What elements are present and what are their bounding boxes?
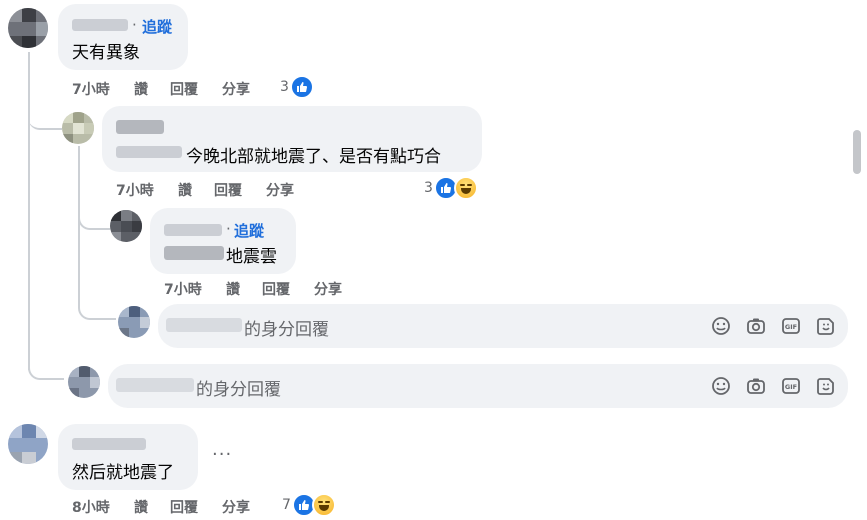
reply-placeholder: 的身分回覆 bbox=[196, 380, 281, 400]
sticker-icon[interactable] bbox=[816, 376, 836, 396]
emoji-icon[interactable] bbox=[711, 376, 731, 396]
like-reaction-icon[interactable] bbox=[290, 75, 314, 99]
svg-text:GIF: GIF bbox=[785, 323, 797, 331]
gif-icon[interactable]: GIF bbox=[781, 316, 801, 336]
camera-icon[interactable] bbox=[746, 316, 766, 336]
share-button[interactable]: 分享 bbox=[314, 279, 342, 299]
reply-button[interactable]: 回覆 bbox=[170, 497, 198, 517]
share-button[interactable]: 分享 bbox=[222, 79, 250, 99]
commenter-name-redacted[interactable] bbox=[72, 19, 128, 31]
name-separator: · bbox=[226, 220, 231, 238]
haha-reaction-icon[interactable] bbox=[312, 493, 336, 517]
commenter-name-redacted[interactable] bbox=[164, 224, 222, 236]
comment-text: 今晚北部就地震了、是否有點巧合 bbox=[186, 147, 441, 167]
follow-link[interactable]: 追蹤 bbox=[234, 220, 264, 241]
svg-text:GIF: GIF bbox=[785, 383, 797, 391]
mention-redacted[interactable] bbox=[116, 146, 182, 158]
sticker-icon[interactable] bbox=[816, 316, 836, 336]
mention-redacted[interactable] bbox=[164, 246, 224, 260]
scrollbar-thumb[interactable] bbox=[853, 130, 861, 174]
avatar[interactable] bbox=[62, 112, 94, 144]
like-button[interactable]: 讚 bbox=[178, 180, 192, 200]
reaction-count[interactable]: 7 bbox=[282, 497, 291, 513]
name-separator: · bbox=[132, 16, 137, 34]
current-user-name-redacted bbox=[116, 378, 194, 392]
haha-reaction-icon[interactable] bbox=[454, 176, 478, 200]
commenter-name-redacted[interactable] bbox=[116, 120, 164, 134]
avatar[interactable] bbox=[8, 8, 48, 48]
like-button[interactable]: 讚 bbox=[226, 279, 240, 299]
comment-text: 地震雲 bbox=[226, 247, 277, 267]
comment-timestamp[interactable]: 7小時 bbox=[116, 180, 154, 200]
current-user-name-redacted bbox=[166, 318, 242, 332]
share-button[interactable]: 分享 bbox=[266, 180, 294, 200]
current-user-avatar bbox=[68, 366, 100, 398]
reply-placeholder: 的身分回覆 bbox=[244, 320, 329, 340]
comment-timestamp[interactable]: 7小時 bbox=[164, 279, 202, 299]
emoji-icon[interactable] bbox=[711, 316, 731, 336]
current-user-avatar bbox=[118, 306, 150, 338]
share-button[interactable]: 分享 bbox=[222, 497, 250, 517]
reply-button[interactable]: 回覆 bbox=[262, 279, 290, 299]
comment-text: 天有異象 bbox=[72, 43, 140, 63]
avatar[interactable] bbox=[8, 424, 48, 464]
reaction-count[interactable]: 3 bbox=[280, 79, 289, 95]
camera-icon[interactable] bbox=[746, 376, 766, 396]
avatar[interactable] bbox=[110, 210, 142, 242]
comment-timestamp[interactable]: 8小時 bbox=[72, 497, 110, 517]
follow-link[interactable]: 追蹤 bbox=[142, 16, 172, 37]
like-button[interactable]: 讚 bbox=[134, 497, 148, 517]
thread-line-main bbox=[28, 52, 30, 370]
reaction-count[interactable]: 3 bbox=[424, 180, 433, 196]
reply-button[interactable]: 回覆 bbox=[170, 79, 198, 99]
comment-timestamp[interactable]: 7小時 bbox=[72, 79, 110, 99]
more-options-button[interactable]: ··· bbox=[212, 444, 232, 465]
gif-icon[interactable]: GIF bbox=[781, 376, 801, 396]
thread-elbow-reply-box-2 bbox=[28, 356, 64, 380]
thread-elbow-nested-reply bbox=[78, 208, 110, 230]
commenter-name-redacted[interactable] bbox=[72, 438, 146, 450]
thread-elbow-reply-box-1 bbox=[78, 298, 116, 320]
like-button[interactable]: 讚 bbox=[134, 79, 148, 99]
thread-elbow-reply-1 bbox=[28, 108, 62, 130]
reply-button[interactable]: 回覆 bbox=[214, 180, 242, 200]
comment-text: 然后就地震了 bbox=[72, 463, 174, 483]
